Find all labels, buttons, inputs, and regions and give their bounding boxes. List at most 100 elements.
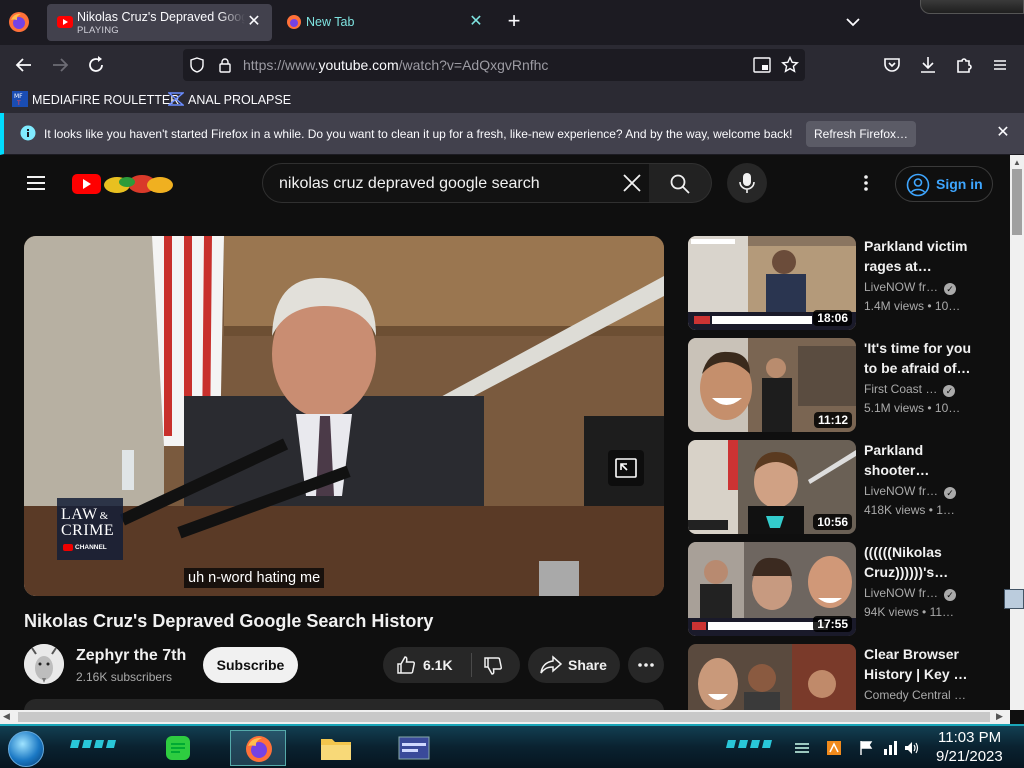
reload-icon[interactable] [84,53,108,77]
downloads-icon[interactable] [916,53,940,77]
svg-text:T: T [16,100,21,107]
recommended-video[interactable]: 11:12 'It's time for you to be afraid of…… [688,338,988,434]
video-thumbnail[interactable]: 18:06 [688,236,856,330]
vertical-scrollbar[interactable]: ▲ [1010,155,1024,710]
window-frame-decoration [920,0,1024,14]
new-tab-button[interactable]: + [502,10,526,34]
taskbar-file-explorer-app[interactable] [308,730,364,766]
mediafire-bookmark-icon: MF T [12,91,28,107]
scrollbar-thumb[interactable] [18,712,990,722]
recommended-title: ((((((Nikolas Cruz))))))'s… [864,544,949,580]
bookmark-mediafire[interactable]: MF T MEDIAFIRE ROULETTER [12,91,179,107]
scrollbar-thumb[interactable] [1012,169,1022,235]
desktop-gadget-icon[interactable] [1004,589,1024,609]
tray-app-icon[interactable] [826,740,842,756]
recommended-title: 'It's time for you to be afraid of… [864,340,972,376]
list-all-tabs-chevron-icon[interactable] [842,12,864,32]
back-arrow-icon[interactable] [12,53,36,77]
tab-title: New Tab [306,15,355,29]
tab-youtube[interactable]: Nikolas Cruz's Depraved Google Search Hi… [47,4,272,41]
flag-icon[interactable] [858,740,874,756]
thumbs-up-icon [397,656,416,674]
clear-search-icon[interactable] [620,171,644,195]
video-title: Nikolas Cruz's Depraved Google Search Hi… [24,611,434,631]
recommended-views: 418K views • 1… [864,503,955,517]
description-box[interactable] [24,699,664,710]
forward-arrow-icon[interactable] [48,53,72,77]
search-icon [670,174,690,194]
dislike-button[interactable] [472,647,520,683]
miniplayer-button[interactable] [608,450,644,486]
recommended-title: Parkland shooter… [864,442,930,478]
recommended-video[interactable]: 17:55 ((((((Nikolas Cruz))))))'s… LiveNOW… [688,542,988,638]
taskbar-firefox-app[interactable] [230,730,286,766]
refresh-firefox-button[interactable]: Refresh Firefox… [806,121,916,147]
more-horizontal-icon [638,663,654,667]
recommended-channel[interactable]: LiveNOW fr… ✓ [864,586,957,601]
recommended-views: 1.4M views • 10… [864,299,961,313]
pocket-icon[interactable] [880,53,904,77]
scroll-left-icon[interactable]: ◀ [3,711,10,722]
video-thumbnail[interactable]: 17:55 [688,542,856,636]
picture-in-picture-icon[interactable] [753,57,771,73]
recommended-channel[interactable]: First Coast … ✓ [864,382,956,397]
clock-time[interactable]: 11:03 PM [938,729,1001,746]
youtube-logo[interactable] [72,172,174,196]
youtube-mini-logo-icon [63,544,73,551]
network-icon[interactable] [882,740,898,756]
tray-notifications-icon[interactable] [794,740,810,756]
firefox-menu-icon[interactable] [8,11,30,33]
subscribe-button[interactable]: Subscribe [203,647,298,683]
folder-app-icon [321,739,351,760]
recommended-channel[interactable]: Comedy Central … [864,688,966,702]
sign-in-button[interactable]: Sign in [895,166,993,202]
notification-close-icon[interactable]: ✕ [994,124,1012,142]
info-icon [20,125,36,141]
subtitle-caption: uh n-word hating me [184,568,325,588]
tab-new-tab[interactable]: New Tab ✕ [276,4,494,41]
search-button[interactable] [649,163,712,203]
video-player[interactable]: LAW & CRIME CHANNEL uh n-word hating me [24,236,664,596]
like-button[interactable]: 6.1K [383,647,469,683]
voice-search-button[interactable] [727,163,767,203]
recommended-video[interactable]: Clear Browser History | Key … Comedy Cent… [688,644,988,710]
settings-more-vertical-icon[interactable] [855,172,877,194]
video-thumbnail[interactable]: 10:56 [688,440,856,534]
taskbar-control-panel-app[interactable] [386,730,442,766]
bookmarks-toolbar: MF T MEDIAFIRE ROULETTER ANAL PROLAPSE [0,85,1024,113]
share-button[interactable]: Share [528,647,620,683]
channel-name[interactable]: Zephyr the 7th [76,647,186,665]
more-actions-button[interactable] [628,647,664,683]
lock-icon[interactable] [217,57,233,73]
taskbar-notes-app[interactable] [150,730,206,766]
scroll-right-icon[interactable]: ▶ [996,711,1003,722]
clock-date[interactable]: 9/21/2023 [936,748,1003,765]
video-thumbnail[interactable] [688,644,856,710]
recommended-channel[interactable]: LiveNOW fr… ✓ [864,484,957,499]
verified-check-icon: ✓ [943,385,956,397]
bookmark-second[interactable]: ANAL PROLAPSE [168,91,291,107]
video-thumbnail[interactable]: 11:12 [688,338,856,432]
recommended-channel[interactable]: LiveNOW fr… ✓ [864,280,957,295]
bookmark-star-icon[interactable] [781,56,799,74]
url-text[interactable]: https://www.youtube.com/watch?v=AdQxgvRn… [243,57,548,73]
tab-close-icon[interactable]: ✕ [467,13,485,31]
address-bar[interactable]: https://www.youtube.com/watch?v=AdQxgvRn… [183,49,805,81]
firefox-favicon-icon [287,15,301,29]
scroll-up-icon[interactable]: ▲ [1013,158,1021,167]
comedy-thumbnail-image [688,644,856,710]
horizontal-scrollbar[interactable]: ◀ ▶ [0,710,1010,724]
channel-avatar[interactable] [24,644,64,684]
tracking-protection-shield-icon[interactable] [189,57,205,73]
volume-icon[interactable] [904,740,920,756]
extensions-puzzle-icon[interactable] [952,53,976,77]
start-button[interactable] [8,731,44,767]
app-menu-hamburger-icon[interactable] [988,53,1012,77]
window-app-icon [398,736,430,760]
recommended-video[interactable]: 18:06 Parkland victim rages at… LiveNOW f… [688,236,988,332]
search-input[interactable]: nikolas cruz depraved google search [262,163,650,203]
verified-check-icon: ✓ [944,487,957,499]
recommended-video[interactable]: 10:56 Parkland shooter… LiveNOW fr… ✓ 418K… [688,440,988,536]
guide-menu-icon[interactable] [24,171,48,195]
tab-close-icon[interactable]: ✕ [245,13,263,31]
